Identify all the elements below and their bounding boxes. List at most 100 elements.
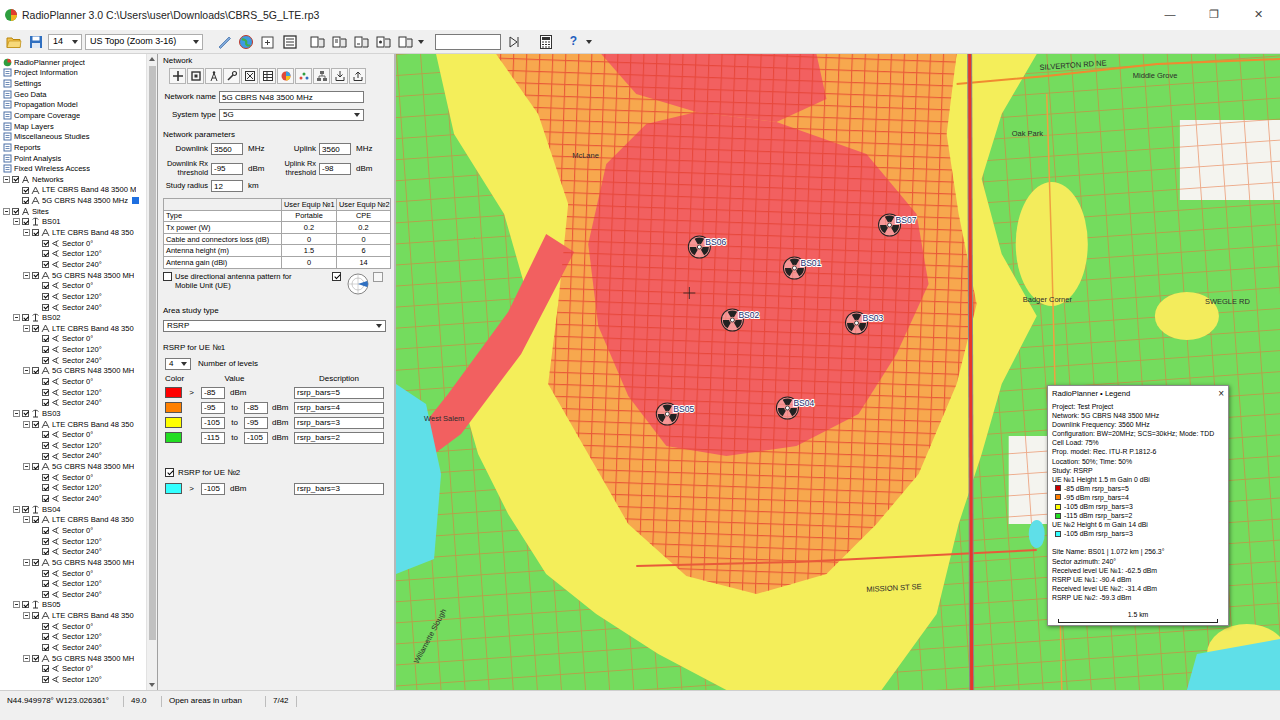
expand-toggle[interactable]: [23, 612, 30, 619]
tree-item[interactable]: Project Information: [0, 68, 146, 79]
ue2-pattern-checkbox[interactable]: [332, 272, 341, 281]
search-field[interactable]: [435, 34, 501, 50]
tree-checkbox[interactable]: [42, 250, 49, 257]
tree-checkbox[interactable]: [22, 314, 29, 321]
tree-item[interactable]: 5G CBRS N48 3500 MH: [0, 557, 146, 568]
tree-item[interactable]: Sector 0°: [0, 621, 146, 632]
antenna-button[interactable]: [205, 68, 222, 84]
site-pin[interactable]: BS04: [776, 397, 814, 419]
coverage-map[interactable]: SILVERTON RD NEMiddle GroveOak ParkMcLan…: [396, 54, 1280, 690]
description-field[interactable]: [294, 387, 384, 399]
tree-item[interactable]: Sector 120°: [0, 578, 146, 589]
tree-checkbox[interactable]: [42, 623, 49, 630]
tree-checkbox[interactable]: [42, 644, 49, 651]
description-field[interactable]: [294, 483, 384, 495]
value-field[interactable]: [201, 483, 225, 495]
expand-toggle[interactable]: [13, 601, 20, 608]
directional-checkbox[interactable]: [163, 272, 172, 281]
export-button[interactable]: [349, 68, 366, 84]
table-cell[interactable]: 14: [337, 256, 391, 268]
description-field[interactable]: [294, 432, 384, 444]
tree-checkbox[interactable]: [42, 570, 49, 577]
scroll-up-icon[interactable]: [149, 57, 155, 61]
tree-item[interactable]: LTE CBRS Band 48 350: [0, 323, 146, 334]
help-button[interactable]: ?: [564, 32, 583, 51]
downlink-field[interactable]: [211, 143, 243, 155]
table-cell[interactable]: CPE: [337, 210, 391, 222]
expand-toggle[interactable]: [13, 410, 20, 417]
tree-checkbox[interactable]: [42, 676, 49, 683]
maximize-button[interactable]: ❐: [1192, 8, 1236, 21]
expand-toggle[interactable]: [13, 506, 20, 513]
tree-checkbox[interactable]: [42, 442, 49, 449]
tree-checkbox[interactable]: [42, 495, 49, 502]
tree-item[interactable]: BS04: [0, 504, 146, 515]
table-cell[interactable]: 0.2: [337, 222, 391, 234]
globe-button[interactable]: [236, 32, 255, 51]
report-button[interactable]: [352, 32, 371, 51]
high-value-field[interactable]: [244, 432, 268, 444]
tree-item[interactable]: 5G CBRS N48 3500 MH: [0, 461, 146, 472]
study-type-combo[interactable]: RSRP: [163, 320, 386, 332]
uplink-threshold-field[interactable]: [319, 163, 351, 175]
expand-toggle[interactable]: [13, 218, 20, 225]
points-button[interactable]: [295, 68, 312, 84]
tree-item[interactable]: Sector 120°: [0, 249, 146, 260]
tree-item[interactable]: Sector 240°: [0, 451, 146, 462]
tree-item[interactable]: Networks: [0, 174, 146, 185]
site-pin[interactable]: BS01: [783, 257, 821, 279]
color-button[interactable]: [277, 68, 294, 84]
tree-checkbox[interactable]: [22, 218, 29, 225]
tree-checkbox[interactable]: [42, 335, 49, 342]
tree-checkbox[interactable]: [32, 367, 39, 374]
tree-checkbox[interactable]: [42, 484, 49, 491]
expand-toggle[interactable]: [23, 655, 30, 662]
value-field[interactable]: [201, 387, 225, 399]
tree-item[interactable]: Sector 0°: [0, 376, 146, 387]
add-button[interactable]: [169, 68, 186, 84]
tree-item[interactable]: Sector 0°: [0, 472, 146, 483]
tree-item[interactable]: BS01: [0, 217, 146, 228]
tree-checkbox[interactable]: [42, 346, 49, 353]
dropdown-arrow-icon[interactable]: [418, 40, 424, 44]
high-value-field[interactable]: [244, 402, 268, 414]
tree-item[interactable]: BS05: [0, 600, 146, 611]
tree-checkbox[interactable]: [42, 357, 49, 364]
scroll-down-icon[interactable]: [149, 683, 155, 687]
tree-item[interactable]: Fixed Wireless Access: [0, 163, 146, 174]
tree-checkbox[interactable]: [42, 453, 49, 460]
tree-item[interactable]: Sector 120°: [0, 387, 146, 398]
tree-checkbox[interactable]: [12, 176, 19, 183]
minimize-button[interactable]: —: [1148, 8, 1192, 21]
tree-checkbox[interactable]: [42, 548, 49, 555]
color-swatch[interactable]: [165, 432, 182, 443]
ruler-button[interactable]: [214, 32, 233, 51]
expand-toggle[interactable]: [3, 176, 10, 183]
network-button[interactable]: [313, 68, 330, 84]
uplink-field[interactable]: [319, 143, 351, 155]
study-radius-field[interactable]: [211, 180, 243, 192]
tree-checkbox[interactable]: [32, 463, 39, 470]
tree-item[interactable]: Propagation Model: [0, 100, 146, 111]
tree-checkbox[interactable]: [22, 506, 29, 513]
tree-item[interactable]: Miscellaneous Studies: [0, 131, 146, 142]
expand-toggle[interactable]: [23, 516, 30, 523]
table-cell[interactable]: 0.2: [282, 222, 337, 234]
tree-checkbox[interactable]: [42, 431, 49, 438]
color-swatch[interactable]: [165, 402, 182, 413]
downlink-threshold-field[interactable]: [211, 163, 243, 175]
table-cell[interactable]: 0: [337, 233, 391, 245]
tree-item[interactable]: Sector 120°: [0, 291, 146, 302]
tree-item[interactable]: Sector 120°: [0, 344, 146, 355]
tree-item[interactable]: Sector 0°: [0, 664, 146, 675]
tree-checkbox[interactable]: [32, 516, 39, 523]
tree-checkbox[interactable]: [32, 612, 39, 619]
expand-toggle[interactable]: [13, 314, 20, 321]
color-swatch[interactable]: [165, 387, 182, 398]
tree-item[interactable]: Sites: [0, 206, 146, 217]
tree-item[interactable]: Sector 0°: [0, 568, 146, 579]
low-value-field[interactable]: [201, 432, 225, 444]
expand-toggle[interactable]: [3, 208, 10, 215]
tree-item[interactable]: Sector 240°: [0, 398, 146, 409]
pattern-button[interactable]: [373, 272, 383, 282]
